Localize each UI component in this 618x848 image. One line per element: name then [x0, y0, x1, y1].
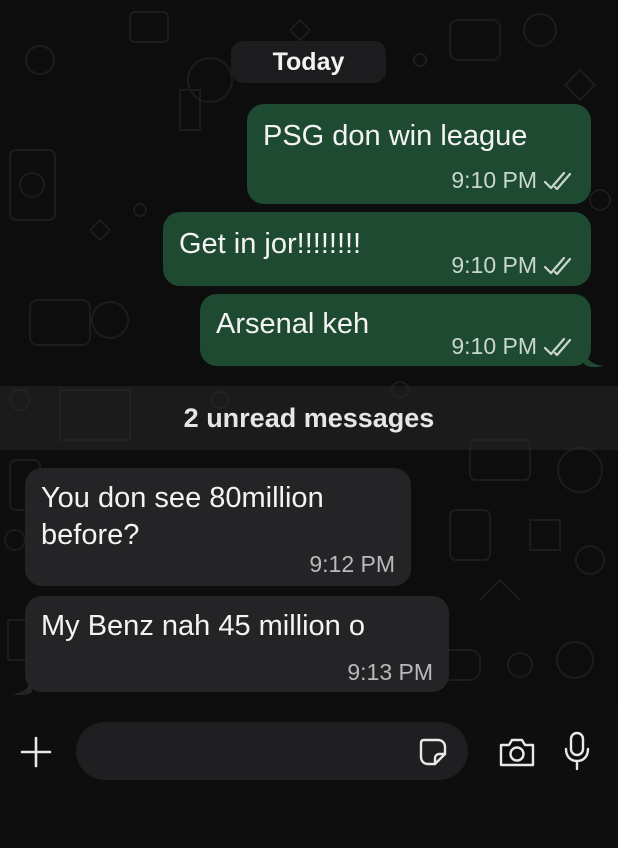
message-bubble-incoming[interactable]: My Benz nah 45 million o 9:13 PM [25, 596, 449, 692]
message-text-line1: You don see 80million [41, 482, 324, 514]
message-time: 9:10 PM [451, 333, 537, 359]
message-text: My Benz nah 45 million o [41, 610, 365, 642]
date-label: Today [272, 47, 345, 76]
message-bubble-incoming[interactable]: You don see 80million before? 9:12 PM [25, 468, 411, 586]
message-time: 9:13 PM [347, 659, 433, 685]
message-bubble-outgoing[interactable]: PSG don win league 9:10 PM [247, 104, 591, 204]
bubble-tail [12, 676, 32, 696]
message-text-line2: before? [41, 519, 140, 551]
bubble-tail [584, 348, 604, 368]
camera-icon[interactable] [497, 735, 537, 769]
unread-label: 2 unread messages [183, 402, 435, 433]
unread-messages-separator: 2 unread messages [0, 386, 618, 450]
message-text: Arsenal keh [216, 308, 370, 340]
message-meta: 9:10 PM [451, 252, 575, 279]
microphone-icon[interactable] [563, 730, 591, 772]
double-check-icon [543, 337, 572, 356]
sticker-icon[interactable] [418, 737, 448, 767]
double-check-icon [543, 256, 572, 275]
plus-icon[interactable] [18, 734, 54, 770]
message-meta: 9:10 PM [451, 167, 575, 194]
message-input[interactable] [76, 722, 468, 780]
message-text: PSG don win league [263, 120, 528, 152]
message-meta: 9:12 PM [309, 551, 395, 578]
message-text: Get in jor!!!!!!!! [179, 228, 362, 260]
message-time: 9:10 PM [451, 252, 537, 278]
double-check-icon [543, 171, 572, 190]
message-meta: 9:13 PM [347, 659, 433, 686]
message-bubble-outgoing[interactable]: Get in jor!!!!!!!! 9:10 PM [163, 212, 591, 286]
date-separator: Today [231, 41, 386, 83]
message-meta: 9:10 PM [451, 333, 575, 360]
message-time: 9:10 PM [451, 167, 537, 193]
message-time: 9:12 PM [309, 551, 395, 577]
message-bubble-outgoing[interactable]: Arsenal keh 9:10 PM [200, 294, 591, 366]
